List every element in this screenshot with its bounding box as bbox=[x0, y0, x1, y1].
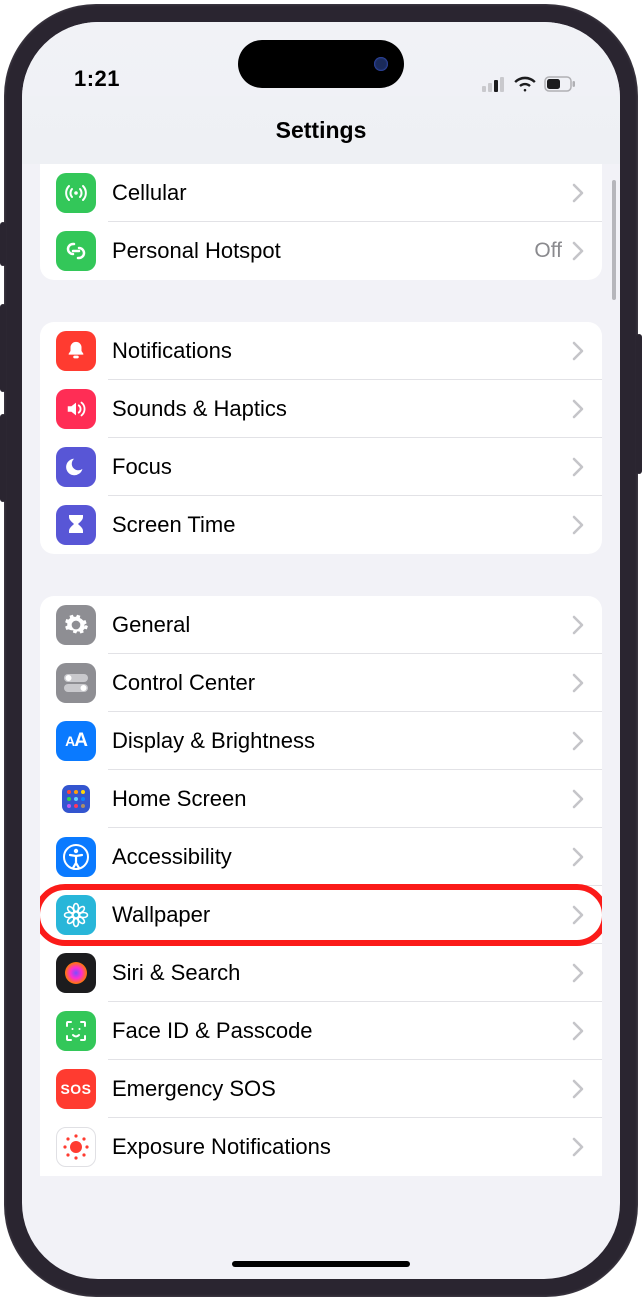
chevron-right-icon bbox=[572, 241, 584, 261]
chevron-right-icon bbox=[572, 515, 584, 535]
settings-list[interactable]: Cellular Personal HotspotOff Notifications… bbox=[22, 164, 620, 1279]
wifi-icon bbox=[514, 76, 536, 92]
side-button-vol-down bbox=[0, 414, 6, 502]
sos-icon: SOS bbox=[56, 1069, 96, 1109]
hourglass-icon bbox=[56, 505, 96, 545]
chevron-right-icon bbox=[572, 183, 584, 203]
status-icons bbox=[482, 76, 576, 92]
link-icon bbox=[56, 231, 96, 271]
battery-icon bbox=[544, 76, 576, 92]
row-label: Notifications bbox=[112, 338, 572, 364]
settings-row-face-id[interactable]: Face ID & Passcode bbox=[40, 1002, 602, 1060]
chevron-right-icon bbox=[572, 963, 584, 983]
side-button-vol-up bbox=[0, 304, 6, 392]
screen: 1:21 Settings Cellular Personal HotspotOf… bbox=[22, 22, 620, 1279]
row-label: Siri & Search bbox=[112, 960, 572, 986]
grid-icon bbox=[56, 779, 96, 819]
row-label: Display & Brightness bbox=[112, 728, 572, 754]
antenna-icon bbox=[56, 173, 96, 213]
dynamic-island bbox=[238, 40, 404, 88]
settings-row-control-center[interactable]: Control Center bbox=[40, 654, 602, 712]
cell-signal-icon bbox=[482, 76, 506, 92]
chevron-right-icon bbox=[572, 457, 584, 477]
chevron-right-icon bbox=[572, 1021, 584, 1041]
chevron-right-icon bbox=[572, 1137, 584, 1157]
switches-icon bbox=[56, 663, 96, 703]
row-label: General bbox=[112, 612, 572, 638]
chevron-right-icon bbox=[572, 341, 584, 361]
home-indicator[interactable] bbox=[232, 1261, 410, 1267]
human-icon bbox=[56, 837, 96, 877]
scroll-indicator[interactable] bbox=[612, 180, 616, 300]
chevron-right-icon bbox=[572, 1079, 584, 1099]
settings-row-emergency-sos[interactable]: SOS Emergency SOS bbox=[40, 1060, 602, 1118]
side-button-silent bbox=[0, 222, 6, 266]
bell-icon bbox=[56, 331, 96, 371]
aa-icon: AA bbox=[56, 721, 96, 761]
settings-row-siri-search[interactable]: Siri & Search bbox=[40, 944, 602, 1002]
row-label: Wallpaper bbox=[112, 902, 572, 928]
settings-group: Notifications Sounds & Haptics Focus Screen… bbox=[40, 322, 602, 554]
row-value: Off bbox=[534, 239, 562, 263]
gear-icon bbox=[56, 605, 96, 645]
settings-group: Cellular Personal HotspotOff bbox=[40, 164, 602, 280]
chevron-right-icon bbox=[572, 615, 584, 635]
settings-row-focus[interactable]: Focus bbox=[40, 438, 602, 496]
chevron-right-icon bbox=[572, 847, 584, 867]
chevron-right-icon bbox=[572, 673, 584, 693]
row-label: Home Screen bbox=[112, 786, 572, 812]
nav-bar: Settings bbox=[22, 96, 620, 164]
settings-row-accessibility[interactable]: Accessibility bbox=[40, 828, 602, 886]
settings-row-exposure[interactable]: Exposure Notifications bbox=[40, 1118, 602, 1176]
page-title: Settings bbox=[276, 117, 367, 144]
row-label: Screen Time bbox=[112, 512, 572, 538]
settings-row-sounds-haptics[interactable]: Sounds & Haptics bbox=[40, 380, 602, 438]
siri-icon bbox=[56, 953, 96, 993]
row-label: Personal Hotspot bbox=[112, 238, 534, 264]
speaker-icon bbox=[56, 389, 96, 429]
exposure-icon bbox=[56, 1127, 96, 1167]
row-label: Emergency SOS bbox=[112, 1076, 572, 1102]
settings-row-home-screen[interactable]: Home Screen bbox=[40, 770, 602, 828]
settings-row-display-brightness[interactable]: AA Display & Brightness bbox=[40, 712, 602, 770]
status-time: 1:21 bbox=[74, 66, 120, 92]
moon-icon bbox=[56, 447, 96, 487]
row-label: Exposure Notifications bbox=[112, 1134, 572, 1160]
row-label: Focus bbox=[112, 454, 572, 480]
chevron-right-icon bbox=[572, 731, 584, 751]
flower-icon bbox=[56, 895, 96, 935]
settings-row-personal-hotspot[interactable]: Personal HotspotOff bbox=[40, 222, 602, 280]
side-button-power bbox=[636, 334, 642, 474]
settings-row-notifications[interactable]: Notifications bbox=[40, 322, 602, 380]
row-label: Accessibility bbox=[112, 844, 572, 870]
row-label: Sounds & Haptics bbox=[112, 396, 572, 422]
settings-row-general[interactable]: General bbox=[40, 596, 602, 654]
settings-row-screen-time[interactable]: Screen Time bbox=[40, 496, 602, 554]
chevron-right-icon bbox=[572, 399, 584, 419]
row-label: Control Center bbox=[112, 670, 572, 696]
face-icon bbox=[56, 1011, 96, 1051]
row-label: Cellular bbox=[112, 180, 572, 206]
chevron-right-icon bbox=[572, 789, 584, 809]
chevron-right-icon bbox=[572, 905, 584, 925]
phone-frame: 1:21 Settings Cellular Personal HotspotOf… bbox=[4, 4, 638, 1297]
row-label: Face ID & Passcode bbox=[112, 1018, 572, 1044]
settings-row-wallpaper[interactable]: Wallpaper bbox=[40, 886, 602, 944]
settings-group: General Control Center AA Display & Brightn… bbox=[40, 596, 602, 1176]
settings-row-cellular[interactable]: Cellular bbox=[40, 164, 602, 222]
